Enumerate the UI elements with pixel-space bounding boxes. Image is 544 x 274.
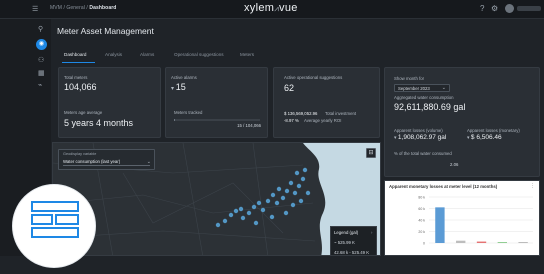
meters-tracked-label: Meters tracked: [174, 110, 203, 115]
breadcrumb-current: Dashboard: [89, 5, 117, 11]
aggregated-consumption-value: 92,611,880.69 gal: [394, 102, 466, 112]
chevron-down-icon: ⌄: [146, 159, 151, 165]
legend-item-2: 42.68 k - 525.49 K: [334, 250, 370, 255]
losses-money-number: $ 6,506.46: [470, 134, 502, 141]
chart-bar[interactable]: [518, 242, 528, 243]
chart-y-tick: 60 k: [418, 207, 425, 211]
aggregated-consumption-label: Aggregated water consumption: [394, 95, 454, 100]
active-alarms-label: Active alarms: [171, 75, 197, 80]
breadcrumb: MVM / General / Dashboard: [50, 5, 116, 11]
pct-consumed-value: 2.06: [450, 162, 459, 167]
user-avatar-icon[interactable]: [505, 4, 514, 13]
losses-volume-label: Apparent losses (volume): [394, 128, 443, 133]
dashboard-icon[interactable]: ◉: [36, 39, 47, 50]
page-title: Meter Asset Management: [57, 26, 154, 36]
chart-bar[interactable]: [456, 240, 466, 243]
brand-name-right: vue: [279, 2, 298, 14]
more-options-icon[interactable]: ⋮: [530, 183, 535, 189]
losses-money-value: ▾ $ 6,506.46: [467, 134, 502, 141]
brand-name-left: xylem: [244, 2, 275, 14]
losses-money-label: Apparent losses (monetary): [467, 128, 520, 133]
losses-bar-chart: 80 k 60 k 40 k 20 k 0: [418, 196, 533, 246]
location-pin-icon[interactable]: ⚲: [38, 25, 43, 33]
tab-meters[interactable]: Meters: [240, 52, 254, 57]
breadcrumb-path[interactable]: MVM / General /: [50, 5, 89, 11]
total-meters-value: 104,066: [64, 82, 97, 92]
layer-select-label: Geodisplay variable: [63, 152, 97, 156]
suggestions-value: 62: [284, 83, 295, 93]
layer-select-value: Water consumption (last year): [63, 159, 150, 166]
chart-y-tick: 40 k: [418, 219, 425, 223]
suggestions-card: Active operational suggestions 62 $ 136,…: [273, 67, 380, 138]
alarms-card: Active alarms ▾ 15 Meters tracked 15 / 1…: [165, 67, 268, 138]
chart-bar[interactable]: [497, 242, 507, 243]
tab-dashboard[interactable]: Dashboard: [64, 52, 86, 57]
brick-wall-icon: [12, 184, 96, 268]
active-alarms-value: ▾ 15: [171, 82, 186, 92]
chart-y-tick: 0: [423, 242, 425, 246]
total-investment-label: Total investment: [325, 111, 357, 116]
active-tab-indicator: [62, 62, 95, 63]
meters-card: Total meters 104,066 Meters age average …: [58, 67, 161, 138]
pct-consumed-label: % of the total water consumed: [394, 151, 452, 156]
total-investment-value: $ 136,569,052.96: [284, 111, 318, 116]
hamburger-icon[interactable]: ☰: [32, 5, 38, 13]
legend-collapse-icon[interactable]: ›: [371, 230, 372, 235]
meters-age-value: 5 years 4 months: [64, 118, 134, 128]
grid-icon[interactable]: ▦: [38, 69, 45, 77]
chart-title: Apparent monetary losses at meter level …: [389, 184, 498, 189]
losses-volume-number: 1,908,062.97 gal: [397, 134, 447, 141]
roi-value: -8.97 %: [284, 118, 299, 123]
tab-alarms[interactable]: Alarms: [140, 52, 154, 57]
suggestions-label: Active operational suggestions: [284, 75, 343, 80]
legend-item-1: ~ 525.99 K: [334, 240, 355, 245]
chart-y-tick: 80 k: [418, 196, 425, 200]
brick-wall-glyph: [31, 201, 79, 238]
user-name-placeholder[interactable]: [517, 6, 541, 11]
chart-y-tick: 20 k: [418, 230, 425, 234]
users-icon[interactable]: ⚇: [38, 56, 44, 64]
gear-icon[interactable]: ⚙: [491, 4, 498, 13]
roi-label: Average yearly ROI: [304, 118, 342, 123]
analytics-icon[interactable]: ⌁: [38, 81, 42, 89]
top-bar: ☰ MVM / General / Dashboard xylem⩘vue ? …: [0, 0, 544, 19]
month-select[interactable]: September 2023 ⌄: [394, 84, 450, 92]
legend-title: Legend (gal): [334, 230, 359, 235]
tab-operational-suggestions[interactable]: Operational suggestions: [174, 52, 224, 57]
help-icon[interactable]: ?: [480, 4, 484, 13]
layer-select-panel[interactable]: Geodisplay variable Water consumption (l…: [58, 149, 155, 170]
tab-analysis[interactable]: Analysis: [105, 52, 122, 57]
chart-bar[interactable]: [435, 207, 445, 243]
month-select-value: September 2023: [398, 86, 430, 91]
consumption-card: Show month for September 2023 ⌄ Aggregat…: [384, 67, 540, 177]
chart-bar[interactable]: [476, 241, 487, 243]
brand-logo: xylem⩘vue: [244, 2, 298, 14]
meters-tracked-value: 15 / 104,066: [237, 123, 261, 128]
losses-volume-value: ▾ 1,908,062.97 gal: [394, 134, 447, 141]
meters-age-label: Meters age average: [64, 110, 103, 115]
monetary-losses-chart-card: Apparent monetary losses at meter level …: [384, 180, 540, 256]
map-layers-icon[interactable]: ⊟: [366, 148, 376, 158]
show-month-label: Show month for: [394, 76, 425, 81]
total-meters-label: Total meters: [64, 75, 88, 80]
map-legend: Legend (gal) › ~ 525.99 K 42.68 k - 525.…: [330, 226, 377, 255]
chevron-down-icon: ⌄: [441, 85, 446, 91]
meter-map[interactable]: Geodisplay variable Water consumption (l…: [52, 142, 381, 256]
meters-tracked-bar: [174, 119, 260, 121]
meters-tracked-bar-fill: [174, 119, 175, 121]
active-alarms-number: 15: [175, 82, 186, 92]
